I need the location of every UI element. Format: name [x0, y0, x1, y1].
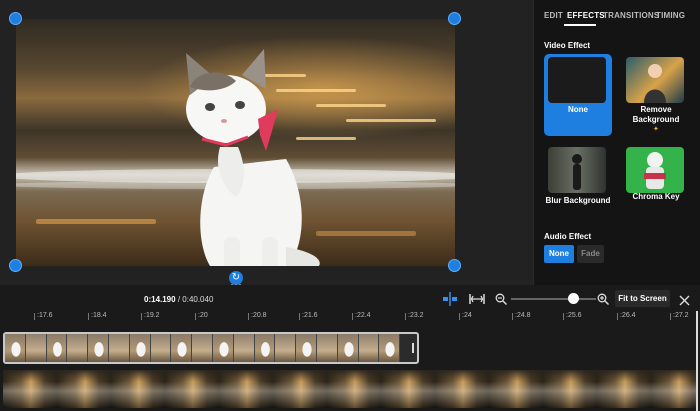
- clip-frame: [337, 334, 359, 362]
- ruler-tick: :24.8: [512, 312, 531, 320]
- current-time: 0:14.190: [144, 295, 176, 304]
- clip-frame: [316, 334, 338, 362]
- split-icon[interactable]: [442, 292, 458, 306]
- effect-option-label: Chroma Key: [632, 192, 680, 201]
- preview-area: ↻: [0, 0, 533, 286]
- chroma-key-thumbnail: [626, 147, 684, 193]
- total-time: 0:40.040: [182, 295, 214, 304]
- video-editor: ↻ EDIT EFFECTS TRANSITIONS TIMING Video …: [0, 0, 700, 411]
- clip-frame: [296, 334, 317, 362]
- ruler-tick: :25.6: [563, 312, 582, 320]
- effect-option-label: Remove Background: [632, 105, 680, 124]
- fit-width-icon[interactable]: [468, 292, 486, 306]
- effect-option-label: Blur Background: [545, 196, 611, 205]
- effect-option-none[interactable]: None: [544, 54, 612, 136]
- effect-option-label: None: [568, 105, 588, 114]
- clip-frame: [46, 334, 68, 362]
- clip-frame: [358, 334, 380, 362]
- clip-frame: [129, 334, 151, 362]
- ruler-tick: :24: [459, 312, 472, 320]
- video-canvas[interactable]: [16, 19, 455, 266]
- effect-option-blur-background[interactable]: Blur Background: [544, 144, 612, 226]
- audio-effect-heading: Audio Effect: [544, 232, 592, 241]
- clip-frame: [233, 334, 255, 362]
- playhead[interactable]: [696, 311, 698, 411]
- sparkle-icon: ✦: [653, 126, 659, 133]
- tab-transitions[interactable]: TRANSITIONS: [603, 11, 659, 20]
- active-tab-indicator: [564, 24, 596, 26]
- zoom-in-icon[interactable]: [597, 292, 609, 305]
- clip-frame: [150, 334, 172, 362]
- clip-frame: [88, 334, 109, 362]
- zoom-out-icon[interactable]: [495, 292, 507, 305]
- tab-timing[interactable]: TIMING: [656, 11, 685, 20]
- ruler-tick: :22.4: [352, 312, 371, 320]
- timeline-ruler[interactable]: :17.6 :18.4 :19.2 :20 :20.8 :21.6 :22.4 …: [0, 311, 700, 326]
- rotate-handle-icon[interactable]: ↻: [229, 271, 243, 285]
- zoom-slider-thumb[interactable]: [568, 293, 579, 304]
- effect-option-remove-background[interactable]: Remove Background ✦: [622, 54, 690, 136]
- clip-frame: [192, 334, 213, 362]
- clip-frame: [67, 334, 89, 362]
- ruler-tick: :27.2: [670, 312, 689, 320]
- tab-effects[interactable]: EFFECTS: [567, 11, 605, 20]
- clip-frame: [5, 334, 26, 362]
- clip-frame: [254, 334, 276, 362]
- ruler-tick: :20.8: [248, 312, 267, 320]
- resize-handle-bottom-left[interactable]: [9, 259, 22, 272]
- timeline-toolbar: 0:14.190 / 0:40.040 Fit to Screen: [0, 285, 700, 311]
- resize-handle-top-right[interactable]: [448, 12, 461, 25]
- cat-subject: [186, 49, 320, 266]
- beach-clip-track[interactable]: [3, 370, 697, 408]
- audio-effect-none-button[interactable]: None: [544, 245, 574, 263]
- video-effect-heading: Video Effect: [544, 41, 591, 50]
- effect-option-chroma-key[interactable]: Chroma Key: [622, 144, 690, 226]
- remove-background-thumbnail: [626, 57, 684, 103]
- audio-effect-fade-button[interactable]: Fade: [577, 245, 604, 263]
- ruler-tick: :20: [195, 312, 208, 320]
- ruler-tick: :19.2: [141, 312, 160, 320]
- blur-background-thumbnail: [548, 147, 606, 193]
- clip-frame: [212, 334, 234, 362]
- resize-handle-top-left[interactable]: [9, 12, 22, 25]
- clip-frame: [25, 334, 47, 362]
- fit-to-screen-button[interactable]: Fit to Screen: [615, 290, 670, 307]
- ruler-tick: :26.4: [617, 312, 636, 320]
- clip-frame: [275, 334, 297, 362]
- tab-edit[interactable]: EDIT: [544, 11, 563, 20]
- resize-handle-bottom-right[interactable]: [448, 259, 461, 272]
- ruler-tick: :21.6: [299, 312, 318, 320]
- effect-none-thumbnail: [548, 57, 606, 103]
- close-icon[interactable]: [679, 293, 690, 306]
- ruler-tick: :18.4: [88, 312, 107, 320]
- clip-frame: [171, 334, 193, 362]
- clip-frame: [379, 334, 401, 362]
- clip-trim-handle[interactable]: [412, 343, 414, 353]
- timecode: 0:14.190 / 0:40.040: [144, 295, 214, 304]
- panel-tabs: EDIT EFFECTS TRANSITIONS TIMING: [534, 0, 700, 30]
- ruler-tick: :23.2: [405, 312, 424, 320]
- zoom-slider[interactable]: [511, 298, 596, 300]
- effects-panel: EDIT EFFECTS TRANSITIONS TIMING Video Ef…: [533, 0, 700, 285]
- ruler-tick: :17.6: [34, 312, 53, 320]
- cat-clip-track[interactable]: [3, 332, 419, 364]
- clip-frame: [108, 334, 130, 362]
